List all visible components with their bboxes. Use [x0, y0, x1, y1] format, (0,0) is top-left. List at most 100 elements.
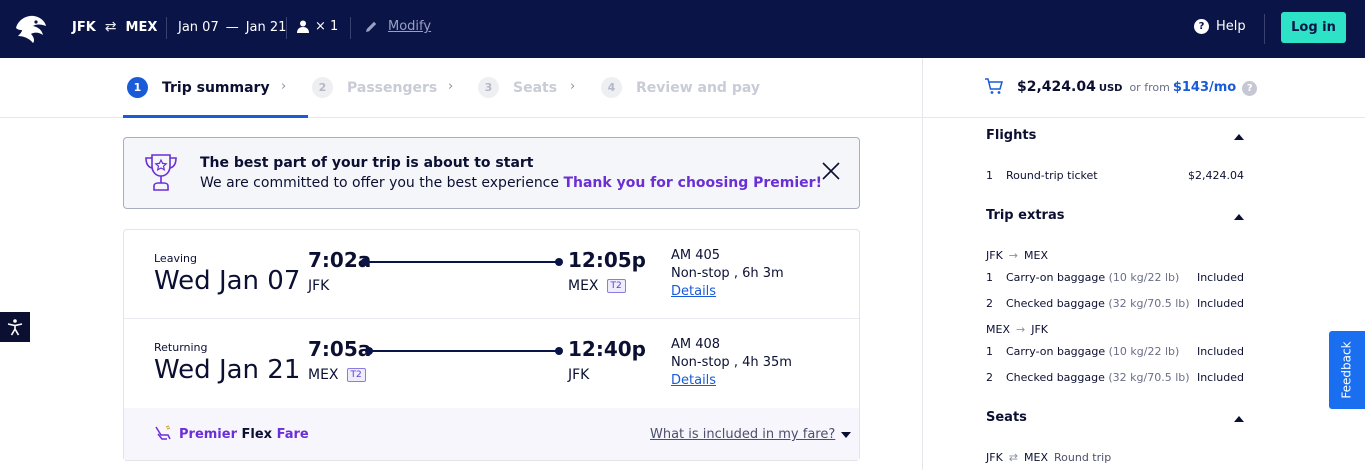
total-price-row: $2,424.04 USD or from $143/mo ?	[923, 58, 1365, 118]
item-amount: Included	[1196, 297, 1244, 310]
step-passengers: 2 Passengers	[312, 77, 437, 98]
question-icon[interactable]: ?	[1242, 81, 1258, 96]
fare-details-label: What is included in my fare?	[650, 427, 836, 442]
list-item: 2 Checked baggage (32 kg/70.5 lb) Includ…	[986, 371, 1244, 384]
arrow-right-icon: →	[1008, 249, 1019, 262]
trip-type: Round trip	[1054, 451, 1112, 464]
currency: USD	[1098, 83, 1123, 94]
divider	[350, 17, 351, 39]
airport-code: MEX	[308, 367, 339, 383]
round-trip-arrows-icon: ⇄	[104, 19, 117, 35]
seats-section-title[interactable]: Seats	[986, 410, 1027, 425]
item-amount: Included	[1196, 271, 1244, 284]
close-icon[interactable]	[820, 160, 842, 182]
divider	[286, 17, 287, 39]
caret-up-icon[interactable]	[1234, 416, 1244, 422]
fare-word: Fare	[276, 427, 309, 442]
step-number: 3	[478, 77, 499, 98]
leg-type: Leaving	[154, 252, 197, 265]
banner-text: We are committed to offer you the best e…	[200, 175, 822, 191]
pencil-icon	[366, 21, 377, 32]
item-label-text: Checked baggage	[1006, 297, 1105, 310]
fare-brand: Premier	[179, 427, 237, 442]
step-number: 1	[127, 77, 148, 98]
flight-duration: Non-stop , 6h 3m	[671, 266, 784, 281]
route-to: MEX	[1024, 451, 1048, 464]
item-detail: (10 kg/22 lb)	[1108, 345, 1180, 358]
fare-bar: Premier Flex Fare What is included in my…	[124, 408, 859, 460]
flight-number: AM 408	[671, 337, 721, 352]
monthly-price[interactable]: $143/mo	[1173, 80, 1236, 95]
fare-name: Premier Flex Fare	[179, 427, 309, 442]
question-icon: ?	[1194, 19, 1209, 34]
depart-date: Jan 07	[178, 20, 219, 35]
item-amount: Included	[1196, 345, 1244, 358]
item-amount: $2,424.04	[1188, 169, 1244, 182]
item-detail: (10 kg/22 lb)	[1108, 271, 1180, 284]
item-number: 1	[986, 345, 993, 358]
caret-up-icon[interactable]	[1234, 214, 1244, 220]
flights-section-title[interactable]: Flights	[986, 128, 1036, 143]
route-to: MEX	[1024, 249, 1048, 262]
accessibility-button[interactable]	[0, 312, 30, 342]
leg-type: Returning	[154, 341, 208, 354]
feedback-button[interactable]: Feedback	[1329, 331, 1365, 409]
cart-icon	[985, 78, 1003, 94]
login-button[interactable]: Log in	[1281, 12, 1346, 43]
details-link[interactable]: Details	[671, 373, 716, 388]
item-number: 1	[986, 271, 993, 284]
airport-code: JFK	[568, 367, 590, 383]
route-from: JFK	[986, 249, 1003, 262]
details-link[interactable]: Details	[671, 284, 716, 299]
item-label: Checked baggage (32 kg/70.5 lb)	[1006, 371, 1197, 384]
fare-details-toggle[interactable]: What is included in my fare?	[650, 427, 852, 442]
banner-title: The best part of your trip is about to s…	[200, 155, 534, 171]
seat-icon	[155, 425, 171, 440]
step-trip-summary[interactable]: 1 Trip summary	[127, 77, 270, 98]
item-label-text: Checked baggage	[1006, 371, 1105, 384]
airport-code: MEX	[568, 278, 599, 294]
step-review-and-pay: 4 Review and pay	[601, 77, 760, 98]
arrival-dot	[555, 258, 563, 266]
help-button[interactable]: ? Help	[1194, 19, 1246, 34]
list-item: 1 Carry-on baggage (10 kg/22 lb) Include…	[986, 271, 1244, 284]
or-from-label: or from	[1129, 81, 1170, 94]
checkout-stepper: 1 Trip summary › 2 Passengers › 3 Seats …	[0, 58, 922, 118]
item-label-text: Carry-on baggage	[1006, 271, 1106, 284]
list-item: 2 Checked baggage (32 kg/70.5 lb) Includ…	[986, 297, 1244, 310]
total-price: $2,424.04 USD or from $143/mo ?	[1017, 79, 1258, 96]
route-from: MEX	[986, 323, 1010, 336]
modify-search-button[interactable]: Modify	[364, 19, 431, 34]
arrival-time: 12:05p	[568, 248, 646, 272]
departure-time: 7:05a	[308, 337, 372, 361]
item-detail: (32 kg/70.5 lb)	[1108, 297, 1190, 310]
divider	[1264, 14, 1265, 44]
item-number: 2	[986, 297, 993, 310]
help-label: Help	[1216, 19, 1246, 34]
caret-up-icon[interactable]	[1234, 134, 1244, 140]
chevron-right-icon: ›	[448, 79, 454, 94]
itinerary-card: Leaving Wed Jan 07 7:02a 12:05p JFK MEX …	[123, 229, 860, 461]
premier-banner: The best part of your trip is about to s…	[123, 137, 860, 209]
leg-date: Wed Jan 21	[154, 355, 301, 385]
caret-down-icon	[841, 431, 852, 438]
airport-code: JFK	[308, 278, 330, 294]
item-label: Carry-on baggage (10 kg/22 lb)	[1006, 345, 1197, 358]
route-from: JFK	[986, 451, 1003, 464]
passenger-count: × 1	[297, 19, 338, 34]
list-item: 1 Carry-on baggage (10 kg/22 lb) Include…	[986, 345, 1244, 358]
passenger-count-text: × 1	[315, 19, 339, 34]
extras-route-return: MEX → JFK	[986, 323, 1048, 336]
trip-extras-section-title[interactable]: Trip extras	[986, 208, 1064, 223]
departure-airport: MEX T2	[308, 367, 366, 383]
airline-logo-icon[interactable]	[14, 12, 48, 44]
modify-label[interactable]: Modify	[388, 19, 431, 34]
list-item: 1 Round-trip ticket $2,424.04	[986, 169, 1244, 182]
person-icon	[297, 20, 309, 33]
arrival-time: 12:40p	[568, 337, 646, 361]
item-detail: (32 kg/70.5 lb)	[1108, 371, 1190, 384]
item-number: 1	[986, 169, 993, 182]
item-label: Carry-on baggage (10 kg/22 lb)	[1006, 271, 1197, 284]
active-step-indicator	[123, 115, 308, 118]
arrival-airport: MEX T2	[568, 278, 626, 294]
